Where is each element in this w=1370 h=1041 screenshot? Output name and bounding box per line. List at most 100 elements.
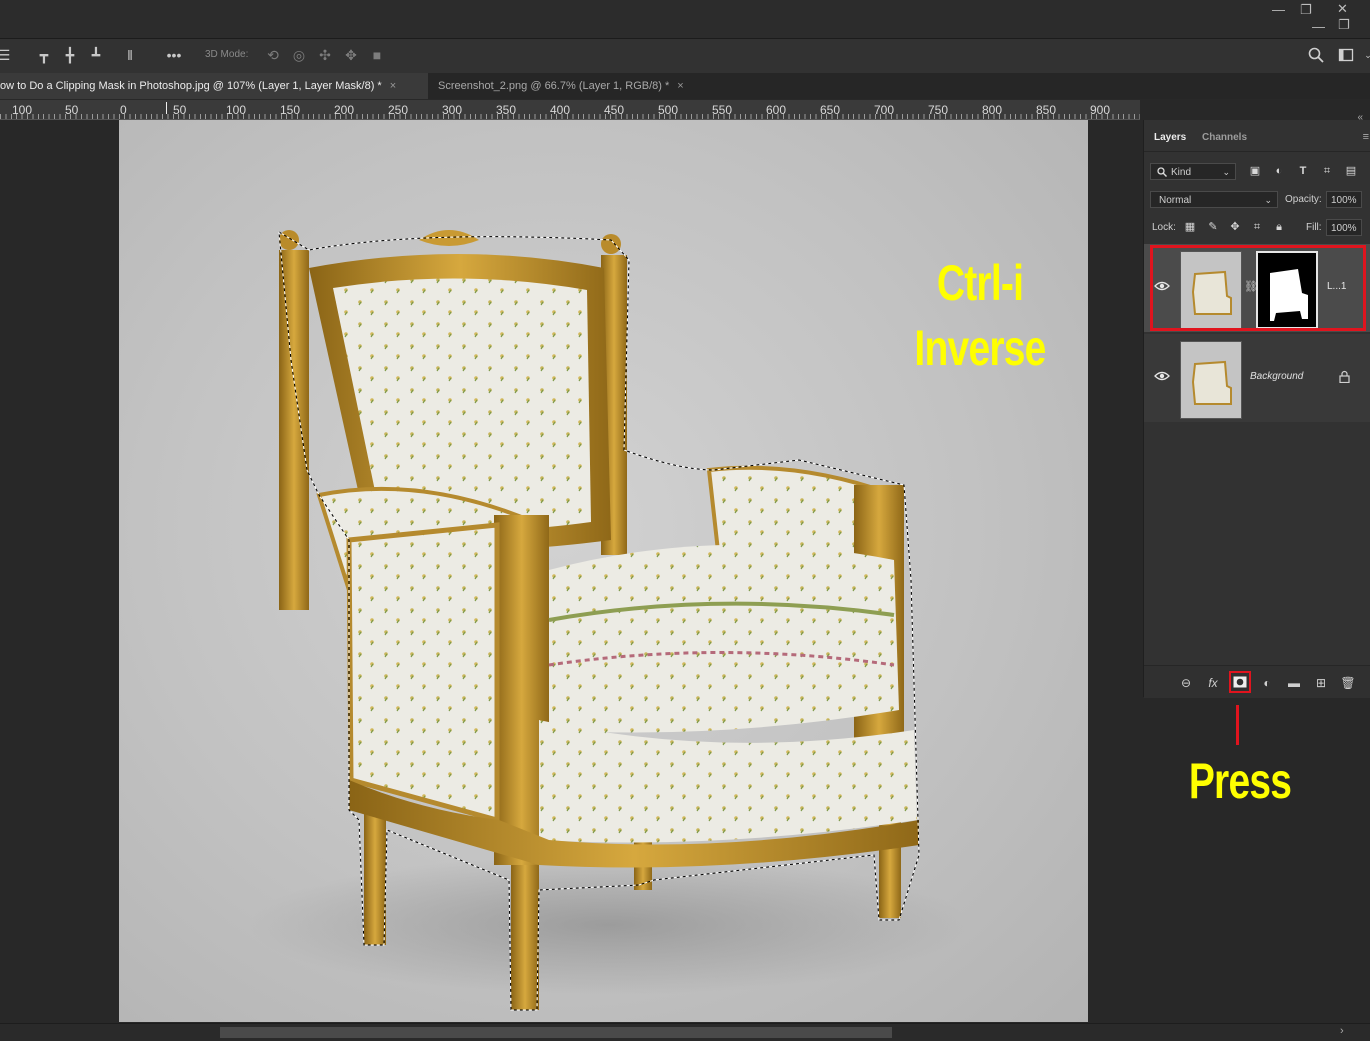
search-icon — [1157, 167, 1167, 177]
lock-transparent-icon[interactable]: ▦ — [1183, 220, 1197, 234]
tab-layers[interactable]: Layers — [1154, 132, 1186, 143]
3d-orbit-icon[interactable]: ⟲ — [265, 47, 281, 63]
chevron-right-icon[interactable]: › — [1340, 1025, 1344, 1037]
fill-value: 100% — [1331, 223, 1357, 234]
fill-label: Fill: — [1306, 222, 1322, 233]
filter-row: Kind ⌄ ▣ ◐ T ⌗ ▤ — [1144, 160, 1370, 186]
3d-camera-icon[interactable]: ■ — [369, 47, 385, 63]
close-icon[interactable]: × — [390, 80, 396, 92]
restore-button[interactable]: ❐ — [1300, 3, 1312, 17]
ruler-label: 800 — [982, 103, 1003, 117]
distribute-icon[interactable]: ‖ — [122, 47, 138, 63]
chevron-down-icon: ⌄ — [1222, 167, 1230, 177]
folder-icon[interactable]: ▬ — [1286, 675, 1302, 691]
ruler-label: 750 — [928, 103, 949, 117]
ruler-label: 850 — [1036, 103, 1057, 117]
ruler-label: 500 — [658, 103, 679, 117]
title-bar: — ❐ ✕ — ❐ — [0, 0, 1370, 39]
tab-channels[interactable]: Channels — [1202, 132, 1247, 143]
3d-mode-label: 3D Mode: — [205, 49, 249, 60]
lock-label: Lock: — [1152, 222, 1176, 233]
opacity-input[interactable]: 100% — [1326, 191, 1362, 208]
document-tab-bar: ow to Do a Clipping Mask in Photoshop.jp… — [0, 73, 1370, 99]
image-filter-icon[interactable]: ▣ — [1248, 164, 1262, 178]
doc-restore-button[interactable]: ❐ — [1338, 18, 1350, 32]
panel-footer: ⊖ fx ◐ ▬ ⊞ 🗑︎ — [1144, 665, 1370, 698]
menu-icon[interactable]: ☰ — [0, 47, 12, 63]
smart-object-filter-icon[interactable]: ▤ — [1344, 164, 1358, 178]
ruler-label: 100 — [226, 103, 247, 117]
close-button[interactable]: ✕ — [1337, 2, 1348, 16]
highlight-box — [1150, 245, 1366, 331]
chevron-down-icon: ⌄ — [1264, 195, 1272, 205]
collapse-icon[interactable]: « — [1357, 112, 1363, 123]
add-mask-icon[interactable] — [1229, 671, 1251, 693]
fill-input[interactable]: 100% — [1326, 219, 1362, 236]
link-icon[interactable]: ⊖ — [1178, 675, 1194, 691]
3d-slide-icon[interactable]: ✥ — [343, 47, 359, 63]
type-filter-icon[interactable]: T — [1296, 164, 1310, 178]
instruction-ctrl-i: Ctrl-i — [936, 255, 1024, 311]
ruler-label: 400 — [550, 103, 571, 117]
adjustment-icon[interactable]: ◐ — [1259, 675, 1275, 691]
fx-icon[interactable]: fx — [1205, 675, 1221, 691]
ruler-label: 150 — [280, 103, 301, 117]
scrollbar-thumb[interactable] — [220, 1027, 892, 1038]
close-icon[interactable]: × — [677, 80, 683, 92]
align-bottom-icon[interactable]: ┻ — [88, 47, 104, 63]
panel-menu-icon[interactable]: ≡ — [1363, 131, 1369, 143]
layers-panel: « Layers Channels ≡ Kind ⌄ ▣ ◐ T ⌗ ▤ Nor… — [1143, 112, 1370, 698]
lock-position-icon[interactable]: ✥ — [1228, 220, 1242, 234]
ruler-label: 650 — [820, 103, 841, 117]
horizontal-ruler: 100 50 0 50 100 150 200 250 300 350 400 … — [0, 100, 1140, 120]
layer-row-background[interactable]: Background — [1144, 334, 1370, 422]
horizontal-scrollbar[interactable]: › — [0, 1023, 1370, 1041]
lock-all-icon[interactable]: 🔒︎ — [1272, 220, 1286, 234]
ruler-label: 50 — [173, 103, 187, 117]
ruler-label: 200 — [334, 103, 355, 117]
layer-name: Background — [1250, 371, 1304, 382]
instruction-press: Press — [1188, 753, 1292, 809]
lock-icon — [1339, 370, 1350, 383]
workspace-icon[interactable] — [1338, 47, 1354, 63]
opacity-label: Opacity: — [1285, 194, 1322, 205]
tab-screenshot-2[interactable]: Screenshot_2.png @ 66.7% (Layer 1, RGB/8… — [438, 73, 684, 99]
shape-filter-icon[interactable]: ⌗ — [1320, 164, 1334, 178]
ruler-label: 600 — [766, 103, 787, 117]
blend-mode-select[interactable]: Normal ⌄ — [1150, 191, 1278, 208]
minimize-button[interactable]: — — [1272, 3, 1285, 17]
ruler-label: 900 — [1090, 103, 1111, 117]
pointer-line — [1236, 705, 1239, 745]
instruction-inverse: Inverse — [914, 320, 1046, 376]
ruler-label: 450 — [604, 103, 625, 117]
eye-icon[interactable] — [1154, 370, 1170, 382]
ruler-label: 300 — [442, 103, 463, 117]
ruler-cursor-marker — [166, 102, 167, 114]
blend-mode-label: Normal — [1159, 195, 1192, 206]
align-vcenter-icon[interactable]: ╋ — [62, 47, 78, 63]
align-top-icon[interactable]: ┳ — [36, 47, 52, 63]
doc-minimize-button[interactable]: — — [1312, 20, 1325, 34]
tab-label: ow to Do a Clipping Mask in Photoshop.jp… — [0, 80, 382, 92]
3d-pan-icon[interactable]: ✣ — [317, 47, 333, 63]
layer-thumbnail — [1180, 341, 1242, 419]
chevron-down-icon[interactable]: ⌄ — [1360, 47, 1370, 63]
filter-kind-select[interactable]: Kind ⌄ — [1150, 163, 1236, 180]
ruler-label: 50 — [65, 103, 79, 117]
new-layer-icon[interactable]: ⊞ — [1313, 675, 1329, 691]
ruler-label: 100 — [12, 103, 33, 117]
search-icon[interactable] — [1308, 47, 1324, 63]
options-bar: ☰ ┳ ╋ ┻ ‖ ••• 3D Mode: ⟲ ◎ ✣ ✥ ■ ⌄ — [0, 39, 1370, 74]
adjustment-filter-icon[interactable]: ◐ — [1272, 164, 1286, 178]
ruler-label: 550 — [712, 103, 733, 117]
tab-clipping-mask-doc[interactable]: ow to Do a Clipping Mask in Photoshop.jp… — [0, 73, 428, 99]
tab-label: Screenshot_2.png @ 66.7% (Layer 1, RGB/8… — [438, 80, 670, 92]
lock-paint-icon[interactable]: ✎ — [1206, 220, 1220, 234]
3d-roll-icon[interactable]: ◎ — [291, 47, 307, 63]
panel-tabs: Layers Channels ≡ — [1144, 127, 1370, 152]
ruler-label: 250 — [388, 103, 409, 117]
lock-artboard-icon[interactable]: ⌗ — [1250, 220, 1264, 234]
ruler-label: 350 — [496, 103, 517, 117]
trash-icon[interactable]: 🗑︎ — [1340, 675, 1356, 691]
more-options-icon[interactable]: ••• — [164, 47, 184, 63]
